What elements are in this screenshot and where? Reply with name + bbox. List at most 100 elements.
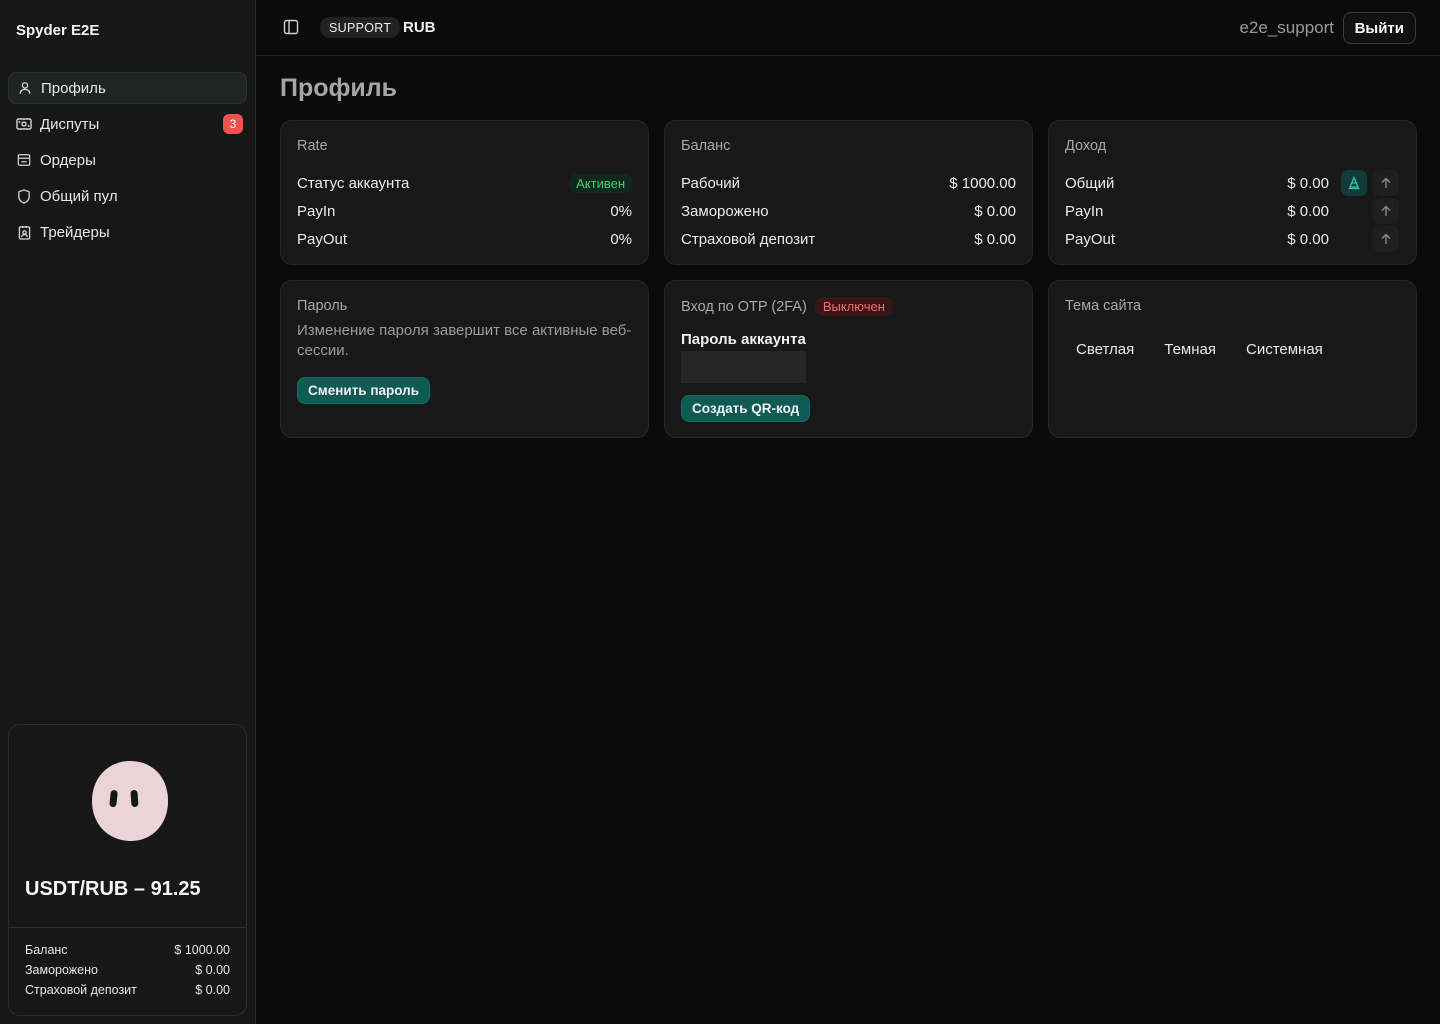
sidebar: Spyder E2E Профиль Диспуты 3 Ордеры Общи… — [0, 0, 256, 1024]
topbar: SUPPORT RUB e2e_support Выйти — [256, 0, 1440, 56]
side-frozen-row: Заморожено $ 0.00 — [25, 963, 230, 983]
user-icon — [17, 80, 33, 96]
sidebar-item-orders[interactable]: Ордеры — [8, 144, 247, 176]
brand-title: Spyder E2E — [16, 22, 100, 39]
transfer-payout-button[interactable] — [1373, 226, 1399, 252]
row-value: $ 1000.00 — [949, 174, 1016, 192]
payout-row: PayOut 0% — [297, 229, 632, 249]
row-label: Заморожено — [25, 963, 98, 977]
sidebar-item-label: Общий пул — [40, 187, 118, 205]
change-password-button[interactable]: Сменить пароль — [297, 377, 431, 404]
sidebar-item-traders[interactable]: Трейдеры — [8, 216, 247, 248]
row-value: 0% — [610, 202, 632, 220]
username: e2e_support — [1239, 18, 1334, 37]
row-value: $ 0.00 — [1287, 230, 1329, 248]
row-label: PayOut — [297, 230, 348, 248]
row-label: PayIn — [1065, 202, 1104, 220]
app-root: Spyder E2E Профиль Диспуты 3 Ордеры Общи… — [0, 0, 1440, 1024]
theme-option-system[interactable]: Системная — [1235, 339, 1334, 359]
password-description: Изменение пароля завершит все активные в… — [297, 322, 632, 359]
frozen-row: Заморожено $ 0.00 — [681, 201, 1016, 221]
orders-icon — [16, 152, 32, 168]
sidebar-nav: Профиль Диспуты 3 Ордеры Общий пул Трейд… — [8, 72, 247, 252]
row-label: Статус аккаунта — [297, 174, 410, 192]
traders-icon — [16, 224, 32, 240]
theme-options: Светлая Темная Системная — [1065, 339, 1342, 359]
row-value: $ 1000.00 — [174, 943, 230, 957]
panel-left-icon — [283, 19, 299, 35]
status-badge: Активен — [569, 173, 632, 193]
shield-icon — [16, 188, 32, 204]
income-total-row: Общий $ 0.00 — [1065, 173, 1329, 193]
payin-row: PayIn 0% — [297, 201, 632, 221]
side-balance-list: Баланс $ 1000.00 Заморожено $ 0.00 Страх… — [25, 943, 230, 1003]
row-label: Рабочий — [681, 174, 741, 192]
sidebar-item-common-pool[interactable]: Общий пул — [8, 180, 247, 212]
row-label: Страховой депозит — [681, 230, 816, 248]
theme-option-dark[interactable]: Темная — [1153, 339, 1227, 359]
create-qr-button[interactable]: Создать QR-код — [681, 395, 811, 422]
card-title: Доход — [1065, 138, 1107, 154]
sidebar-toggle-button[interactable] — [280, 16, 302, 38]
row-value: $ 0.00 — [974, 230, 1016, 248]
main-content: SUPPORT RUB e2e_support Выйти Профиль Ra… — [256, 0, 1440, 1024]
sidebar-item-label: Диспуты — [40, 115, 100, 133]
row-label: Общий — [1065, 174, 1115, 192]
account-password-input[interactable] — [681, 351, 806, 383]
password-card: Пароль Изменение пароля завершит все акт… — [280, 280, 649, 438]
row-label: Баланс — [25, 943, 68, 957]
account-password-label: Пароль аккаунта — [681, 331, 806, 348]
sidebar-item-profile[interactable]: Профиль — [8, 72, 247, 104]
card-title: Пароль — [297, 298, 348, 314]
disputes-count-badge: 3 — [223, 114, 243, 134]
withdraw-total-button[interactable] — [1341, 170, 1367, 196]
rate-card: Rate Статус аккаунта Активен PayIn 0% Pa… — [280, 120, 649, 265]
sidebar-item-disputes[interactable]: Диспуты 3 — [8, 108, 247, 140]
cone-icon — [1347, 176, 1361, 190]
arrow-up-icon — [1380, 205, 1392, 217]
theme-card: Тема сайта Светлая Темная Системная — [1048, 280, 1417, 438]
insurance-deposit-row: Страховой депозит $ 0.00 — [681, 229, 1016, 249]
mascot-avatar — [91, 759, 169, 843]
currency-label: RUB — [403, 19, 436, 36]
row-label: PayOut — [1065, 230, 1116, 248]
page-title: Профиль — [280, 74, 398, 102]
card-title: Rate — [297, 138, 328, 154]
theme-option-light[interactable]: Светлая — [1065, 339, 1145, 359]
logout-button[interactable]: Выйти — [1342, 12, 1416, 44]
otp-status-badge: Выключен — [814, 297, 893, 316]
card-title: Вход по OTP (2FA) — [681, 298, 807, 315]
card-title: Тема сайта — [1065, 298, 1142, 314]
arrow-up-icon — [1380, 177, 1392, 189]
sidebar-item-label: Ордеры — [40, 151, 96, 169]
transfer-payin-button[interactable] — [1373, 198, 1399, 224]
arrow-up-icon — [1380, 233, 1392, 245]
working-balance-row: Рабочий $ 1000.00 — [681, 173, 1016, 193]
otp-card: Вход по OTP (2FA) Выключен Пароль аккаун… — [664, 280, 1033, 438]
rate-summary-card: USDT/RUB – 91.25 Баланс $ 1000.00 Заморо… — [8, 724, 247, 1016]
row-value: $ 0.00 — [195, 983, 230, 997]
side-balance-row: Баланс $ 1000.00 — [25, 943, 230, 963]
row-value: 0% — [610, 230, 632, 248]
income-payout-row: PayOut $ 0.00 — [1065, 229, 1329, 249]
row-value: $ 0.00 — [974, 202, 1016, 220]
side-deposit-row: Страховой депозит $ 0.00 — [25, 983, 230, 1003]
income-card: Доход Общий $ 0.00 PayIn $ 0.00 PayOut $… — [1048, 120, 1417, 265]
row-label: Страховой депозит — [25, 983, 137, 997]
sidebar-item-label: Трейдеры — [40, 223, 110, 241]
row-value: $ 0.00 — [1287, 174, 1329, 192]
row-label: PayIn — [297, 202, 336, 220]
row-value: $ 0.00 — [1287, 202, 1329, 220]
ticket-icon — [16, 116, 32, 132]
balance-card: Баланс Рабочий $ 1000.00 Заморожено $ 0.… — [664, 120, 1033, 265]
account-status-row: Статус аккаунта Активен — [297, 173, 632, 193]
role-badge: SUPPORT — [320, 17, 401, 38]
transfer-total-button[interactable] — [1373, 170, 1399, 196]
row-label: Заморожено — [681, 202, 769, 220]
row-value: $ 0.00 — [195, 963, 230, 977]
income-payin-row: PayIn $ 0.00 — [1065, 201, 1329, 221]
usdt-rub-rate: USDT/RUB – 91.25 — [25, 878, 201, 900]
otp-header: Вход по OTP (2FA) Выключен — [681, 297, 893, 316]
divider — [9, 927, 246, 928]
sidebar-item-label: Профиль — [41, 79, 106, 97]
